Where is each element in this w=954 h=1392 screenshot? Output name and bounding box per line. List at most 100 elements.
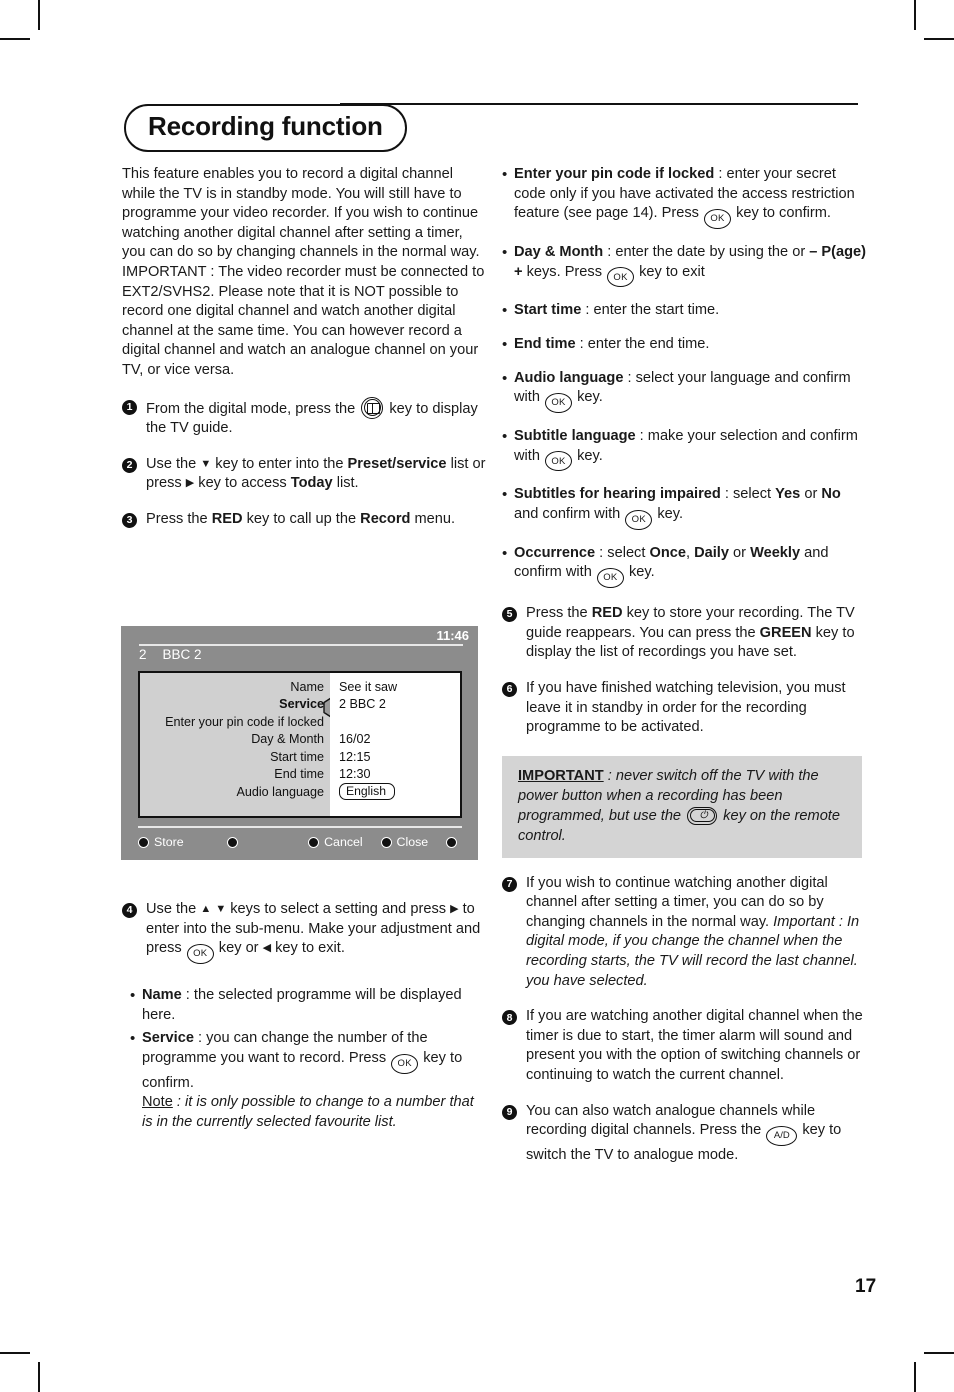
tv-row-label[interactable]: End time (140, 766, 330, 784)
bullet-dot-icon: • (502, 335, 508, 353)
step-number: 5 (502, 607, 517, 623)
tv-channel-number: 2 (139, 647, 147, 662)
step-number: 9 (502, 1104, 517, 1120)
step-text: You can also watch analogue channels whi… (526, 1102, 842, 1164)
tv-row-label[interactable]: Start time (140, 748, 330, 766)
tv-row-label[interactable]: Day & Month (140, 731, 330, 749)
bullet-dot-icon: • (502, 243, 508, 261)
crop-mark-top-left-vertical (38, 0, 40, 30)
step-text: Press the RED key to call up the Record … (146, 510, 456, 527)
bullet-dot-icon: • (130, 1030, 136, 1048)
step-number: 7 (502, 876, 517, 892)
crop-mark-bottom-left-horizontal (0, 1352, 30, 1354)
page-number: 17 (855, 1276, 877, 1297)
down-arrow-icon: ▼ (215, 903, 227, 915)
softkey-dot-icon (308, 836, 320, 848)
important-header: IMPORTANT (518, 767, 604, 784)
tv-softkey-close[interactable]: Close (380, 835, 428, 849)
ok-key-icon: OK (704, 208, 732, 229)
crop-mark-top-right-horizontal (924, 38, 954, 40)
note-text: : it is only possible to change to a num… (142, 1094, 474, 1130)
left-arrow-icon: ◀ (262, 942, 272, 955)
tv-channel-name: BBC 2 (162, 647, 202, 662)
record-menu-label: Record (360, 510, 411, 527)
bullet-label: Audio language (514, 369, 624, 386)
step-7: 7 If you wish to continue watching anoth… (502, 874, 868, 992)
step-number: 8 (502, 1010, 517, 1026)
red-key-label: RED (591, 605, 623, 622)
right-column: • Enter your pin code if locked : enter … (502, 165, 868, 1166)
step-9: 9 You can also watch analogue channels w… (502, 1102, 868, 1166)
step-3: 3 Press the RED key to call up the Recor… (122, 510, 488, 530)
step-text: Use the ▲ ▼ keys to select a setting and… (146, 900, 488, 964)
tv-row-value-pill[interactable]: English (339, 783, 397, 801)
step-text: From the digital mode, press the key to … (146, 396, 488, 439)
crop-mark-top-left-horizontal (0, 38, 30, 40)
ok-key-icon: OK (545, 451, 573, 472)
softkey-dot-icon (446, 836, 457, 848)
bullet-label: Service (142, 1030, 194, 1047)
bullet-dot-icon: • (130, 986, 136, 1004)
ok-key-icon: OK (607, 267, 635, 288)
tv-softkey-5[interactable] (446, 836, 462, 848)
tv-menu-labels: Name Service Enter your pin code if lock… (140, 673, 354, 816)
daily-label: Daily (694, 544, 729, 561)
bullet-label: Day & Month (514, 243, 604, 260)
step-4: 4 Use the ▲ ▼ keys to select a setting a… (122, 900, 488, 964)
bullet-label: Name (142, 986, 182, 1003)
step-text: Press the RED key to store your recordin… (526, 605, 855, 661)
manual-page: Recording function This feature enables … (0, 0, 954, 1392)
tv-row-label[interactable]: Enter your pin code if locked (140, 713, 330, 731)
step-number: 2 (122, 457, 137, 473)
crop-mark-bottom-right-horizontal (924, 1352, 954, 1354)
tv-row-label-selected[interactable]: Service (140, 696, 330, 714)
bullet-label: Subtitle language (514, 427, 636, 444)
header-rule (340, 103, 858, 105)
step-5: 5 Press the RED key to store your record… (502, 604, 868, 663)
bullet-start-time: • Start time : enter the start time. (502, 302, 720, 320)
red-key-label: RED (211, 510, 243, 527)
bullet-dot-icon: • (502, 166, 508, 183)
bullet-day-month: • Day & Month : enter the date by using … (502, 243, 868, 288)
bullet-subtitles-hearing-impaired: • Subtitles for hearing impaired : selec… (502, 485, 868, 530)
tv-softkey-cancel[interactable]: Cancel (308, 835, 363, 849)
tv-softkey-store[interactable]: Store (138, 835, 184, 849)
softkey-dot-icon (380, 836, 392, 848)
note-label: Note (142, 1094, 173, 1111)
left-column: This feature enables you to record a dig… (122, 165, 488, 530)
tv-softkey-bar: Store Cancel Close (138, 832, 462, 852)
analogue-digital-key-icon: A/D (766, 1126, 798, 1147)
bullet-label: End time (514, 335, 576, 352)
tv-row-label[interactable]: Name (140, 678, 330, 696)
step-1-prefix: From the digital mode, press the (146, 400, 360, 417)
bullet-label: Occurrence (514, 544, 596, 561)
tv-bottom-divider (138, 826, 462, 828)
bullet-dot-icon: • (502, 302, 508, 320)
step-6: 6 If you have finished watching televisi… (502, 679, 868, 738)
tv-row-label[interactable]: Audio language (140, 783, 330, 801)
bullet-pin-code: • Enter your pin code if locked : enter … (502, 165, 868, 229)
step-1: 1 From the digital mode, press the key t… (122, 396, 488, 439)
bullet-subtitle-language: • Subtitle language : make your selectio… (502, 427, 868, 472)
audio-language-value: English (339, 783, 395, 801)
tv-clock: 11:46 (436, 628, 469, 643)
bullet-audio-language: • Audio language : select your language … (502, 369, 868, 413)
intro-paragraph: This feature enables you to record a dig… (122, 166, 485, 378)
tv-guide-icon (361, 396, 384, 419)
bullet-name: • Name : the selected programme will be … (130, 986, 462, 1023)
step-text: If you are watching another digital chan… (526, 1008, 863, 1084)
no-label: No (821, 486, 841, 503)
bullet-dot-icon: • (502, 486, 508, 504)
crop-mark-bottom-left-vertical (38, 1362, 40, 1392)
tv-softkey-2[interactable] (227, 836, 243, 848)
crop-mark-bottom-right-vertical (914, 1362, 916, 1392)
tv-menu-values: See it saw 2 BBC 2 16/02 12:15 12:30 Eng… (330, 673, 460, 816)
left-column-lower: 4 Use the ▲ ▼ keys to select a setting a… (122, 900, 488, 1132)
bullet-end-time: • End time : enter the end time. (502, 335, 710, 353)
step-2: 2 Use the ▼ key to enter into the Preset… (122, 455, 488, 494)
page-title: Recording function (124, 104, 407, 153)
down-arrow-icon: ▼ (200, 457, 212, 470)
tv-row-value: 12:30 (339, 767, 371, 782)
right-arrow-icon: ▶ (185, 477, 195, 490)
ok-key-icon: OK (545, 392, 573, 413)
